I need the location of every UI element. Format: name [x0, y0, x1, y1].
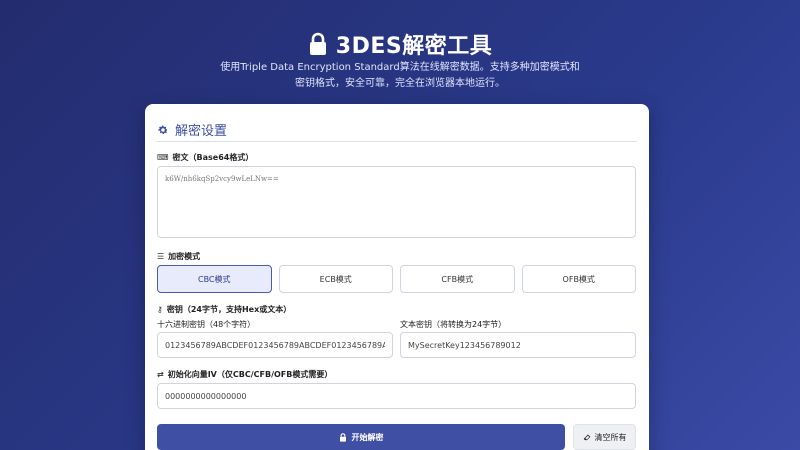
- decrypt-button-label: 开始解密: [351, 432, 384, 442]
- clear-all-button[interactable]: 清空所有: [573, 424, 636, 450]
- page-title: 3DES解密工具: [335, 34, 493, 59]
- key-label-text: 密钥（24字节，支持Hex或文本）: [166, 305, 292, 314]
- text-key-input[interactable]: [400, 332, 636, 358]
- sliders-icon: ☰: [157, 252, 165, 261]
- ciphertext-label: ⌨ 密文（Base64格式）: [157, 152, 253, 163]
- key-icon: ⚷: [157, 305, 163, 314]
- iv-input[interactable]: [157, 383, 636, 409]
- ciphertext-input[interactable]: k6W/nh6kqSp2vcy9wLeLNw==: [157, 166, 636, 238]
- text-key-label: 文本密钥（将转换为24字节）: [400, 320, 507, 329]
- card-heading: 解密设置: [175, 124, 228, 139]
- ciphertext-label-text: 密文（Base64格式）: [172, 153, 254, 162]
- decrypt-settings-card: 解密设置 ⌨ 密文（Base64格式） k6W/nh6kqSp2vcy9wLeL…: [145, 104, 649, 450]
- hex-key-label: 十六进制密钥（48个字符）: [157, 320, 256, 329]
- keyboard-icon: ⌨: [157, 153, 169, 162]
- eraser-icon: [583, 434, 590, 440]
- mode-selector: CBC模式 ECB模式 CFB模式 OFB模式: [157, 265, 636, 293]
- page-subtitle: 使用Triple Data Encryption Standard算法在线解密数…: [220, 62, 580, 89]
- hex-key-input[interactable]: [157, 332, 393, 358]
- mode-option-cfb[interactable]: CFB模式: [400, 265, 515, 293]
- gear-icon: [158, 125, 168, 134]
- lock-icon: [309, 32, 326, 55]
- iv-label-text: 初始化向量IV（仅CBC/CFB/OFB模式需要）: [167, 370, 333, 379]
- clear-all-button-label: 清空所有: [594, 432, 627, 442]
- iv-label: ⇄ 初始化向量IV（仅CBC/CFB/OFB模式需要）: [157, 369, 332, 380]
- key-label: ⚷ 密钥（24字节，支持Hex或文本）: [157, 304, 291, 315]
- mode-option-ecb[interactable]: ECB模式: [278, 265, 393, 293]
- card-header: 解密设置: [157, 118, 637, 142]
- decrypt-button[interactable]: 开始解密: [157, 424, 565, 450]
- mode-label: ☰ 加密模式: [157, 251, 200, 262]
- shuffle-icon: ⇄: [157, 370, 164, 379]
- mode-label-text: 加密模式: [168, 252, 201, 261]
- mode-option-ofb[interactable]: OFB模式: [521, 265, 636, 293]
- page-title-row: 3DES解密工具: [0, 28, 800, 60]
- lock-icon: [339, 432, 346, 442]
- mode-option-cbc[interactable]: CBC模式: [157, 265, 272, 293]
